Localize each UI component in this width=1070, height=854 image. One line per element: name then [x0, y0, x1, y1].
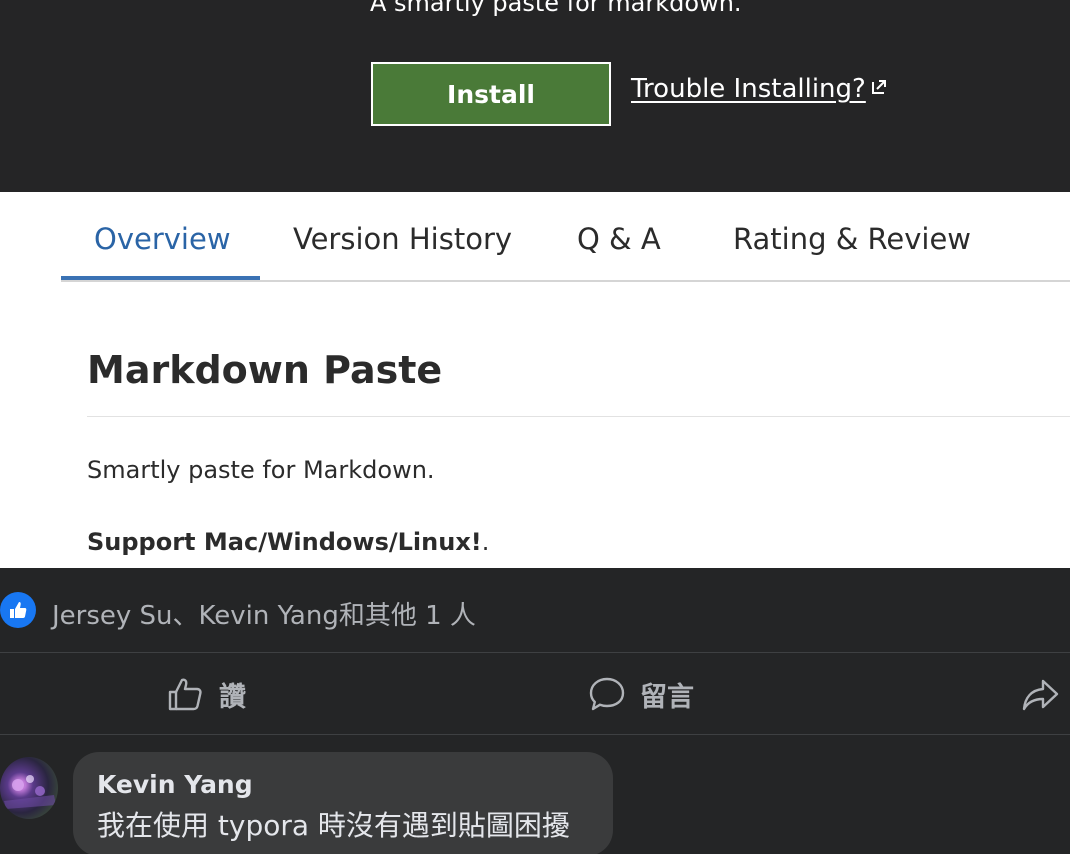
readme-paragraph: Smartly paste for Markdown. — [87, 456, 435, 484]
thumbs-up-glyph — [10, 602, 27, 618]
avatar-image — [4, 775, 56, 809]
tab-rating-review[interactable]: Rating & Review — [733, 222, 971, 256]
trouble-installing-link[interactable]: Trouble Installing? — [631, 74, 888, 104]
tab-qa[interactable]: Q & A — [577, 222, 661, 256]
support-platforms-text: Support Mac/Windows/Linux! — [87, 528, 482, 556]
tabs-divider — [61, 280, 1070, 282]
support-platforms-period: . — [481, 528, 490, 556]
actions-divider — [0, 734, 1070, 735]
reactors-summary[interactable]: Jersey Su、Kevin Yang和其他 1 人 — [52, 595, 476, 632]
comment-button[interactable]: 留言 — [588, 672, 694, 716]
comment-label: 留言 — [640, 681, 694, 713]
tab-overview[interactable]: Overview — [94, 222, 231, 256]
comment-text: 我在使用 typora 時沒有遇到貼圖困擾 — [97, 809, 570, 842]
share-icon — [1022, 679, 1059, 711]
readme-title: Markdown Paste — [87, 348, 443, 392]
comment-author[interactable]: Kevin Yang — [97, 770, 253, 799]
readme-paragraph-support: Support Mac/Windows/Linux!. — [87, 528, 489, 556]
extension-tagline: A smartly paste for markdown. — [370, 0, 742, 17]
reactions-divider — [0, 652, 1070, 653]
like-button[interactable]: 讚 — [167, 672, 246, 716]
tab-version-history[interactable]: Version History — [293, 222, 512, 256]
external-link-icon — [871, 80, 886, 94]
readme-divider — [87, 416, 1070, 417]
like-reaction-icon[interactable] — [0, 592, 36, 628]
trouble-installing-label: Trouble Installing? — [631, 74, 866, 104]
share-button[interactable] — [1021, 672, 1070, 716]
install-button[interactable]: Install — [371, 62, 611, 126]
comment-icon — [589, 677, 625, 711]
thumbs-up-icon — [168, 678, 202, 711]
avatar[interactable] — [0, 757, 58, 819]
like-label: 讚 — [219, 681, 246, 713]
